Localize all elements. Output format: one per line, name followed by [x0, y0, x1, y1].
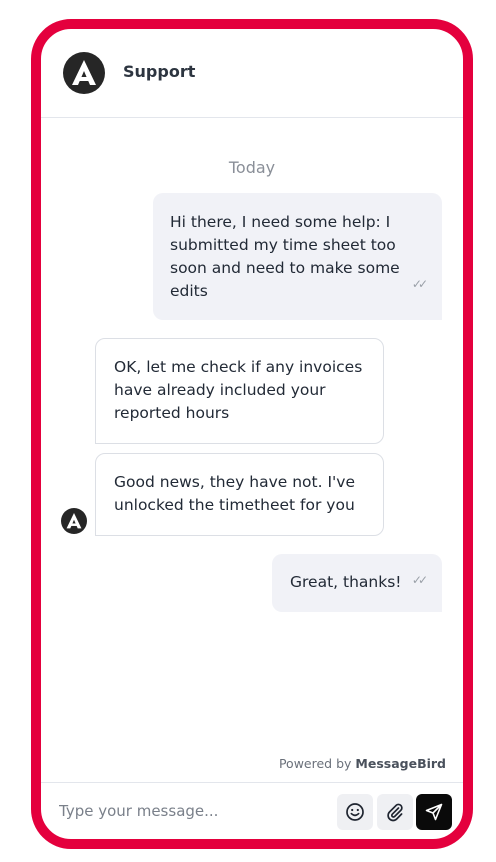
- powered-brand: MessageBird: [355, 756, 446, 771]
- double-check-icon: ✓✓: [411, 573, 428, 587]
- message-text: Good news, they have not. I've unlocked …: [114, 473, 355, 514]
- header-title: Support: [123, 62, 196, 81]
- message-input[interactable]: [59, 796, 329, 826]
- chat-header: Support: [41, 29, 463, 118]
- send-icon: [425, 803, 443, 821]
- day-separator: Today: [228, 158, 276, 177]
- powered-prefix: Powered by: [278, 756, 352, 771]
- emoji-button[interactable]: [337, 794, 373, 830]
- message-text: Hi there, I need some help: I submitted …: [170, 213, 400, 300]
- agent-avatar: [61, 508, 87, 534]
- message-outgoing: Hi there, I need some help: I submitted …: [153, 193, 442, 320]
- message-composer: [41, 782, 463, 839]
- message-incoming: Good news, they have not. I've unlocked …: [95, 453, 384, 536]
- message-text: OK, let me check if any invoices have al…: [114, 358, 363, 422]
- message-outgoing: Great, thanks! ✓✓: [272, 554, 442, 612]
- message-incoming: OK, let me check if any invoices have al…: [95, 338, 384, 444]
- send-button[interactable]: [416, 794, 452, 830]
- double-check-icon: ✓✓: [411, 277, 428, 291]
- paperclip-icon: [387, 803, 403, 822]
- message-text: Great, thanks!: [290, 573, 402, 591]
- attach-button[interactable]: [377, 794, 413, 830]
- brand-a-logo-icon: [63, 52, 105, 94]
- powered-by: Powered by MessageBird: [279, 756, 446, 771]
- emoji-icon: [346, 803, 364, 821]
- chat-widget: Support Today Hi there, I need some help…: [31, 19, 473, 849]
